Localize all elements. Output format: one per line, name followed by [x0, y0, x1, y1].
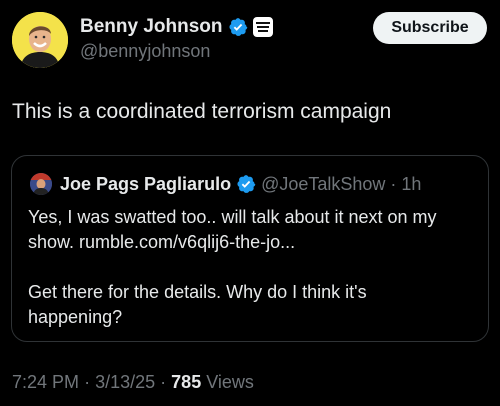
- quote-line: show. rumble.com/v6qlij6-the-jo...: [28, 232, 296, 252]
- quote-header: Joe Pags Pagliarulo @JoeTalkShow · 1h: [30, 173, 421, 195]
- views-label: Views: [206, 372, 254, 392]
- post: Benny Johnson @bennyjohnson Subscribe Th…: [0, 0, 500, 406]
- author-name[interactable]: Benny Johnson: [80, 16, 223, 38]
- quote-line: Yes, I was swatted too.. will talk about…: [28, 207, 437, 227]
- post-time[interactable]: 7:24 PM: [12, 372, 79, 392]
- meta-separator: ·: [160, 372, 167, 392]
- quote-body: Yes, I was swatted too.. will talk about…: [28, 205, 478, 330]
- quote-separator: ·: [390, 173, 397, 194]
- views-count: 785: [171, 372, 202, 392]
- verified-badge-icon[interactable]: [228, 17, 248, 37]
- author-name-row: Benny Johnson: [80, 16, 273, 38]
- author-avatar[interactable]: [12, 12, 68, 68]
- quote-verified-badge-icon[interactable]: [236, 174, 256, 194]
- meta-separator: ·: [84, 372, 91, 392]
- subscribe-button[interactable]: Subscribe: [373, 12, 487, 44]
- quoted-post-card[interactable]: Joe Pags Pagliarulo @JoeTalkShow · 1h Ye…: [11, 155, 489, 342]
- author-handle[interactable]: @bennyjohnson: [80, 41, 210, 62]
- organization-badge-icon[interactable]: [252, 17, 273, 37]
- quote-line-spacer: [28, 255, 478, 280]
- quote-avatar-portrait-icon: [30, 173, 52, 195]
- quote-author-name[interactable]: Joe Pags Pagliarulo: [60, 174, 231, 195]
- post-date[interactable]: 3/13/25: [95, 372, 155, 392]
- quote-timestamp[interactable]: 1h: [401, 174, 421, 195]
- post-meta: 7:24 PM · 3/13/25 · 785 Views: [12, 372, 254, 393]
- quote-line: Get there for the details. Why do I thin…: [28, 282, 367, 302]
- quote-author-handle[interactable]: @JoeTalkShow: [261, 174, 385, 195]
- avatar-portrait-icon: [12, 12, 68, 68]
- quote-line: happening?: [28, 307, 123, 327]
- post-text: This is a coordinated terrorism campaign: [12, 100, 392, 123]
- quote-author-avatar[interactable]: [30, 173, 52, 195]
